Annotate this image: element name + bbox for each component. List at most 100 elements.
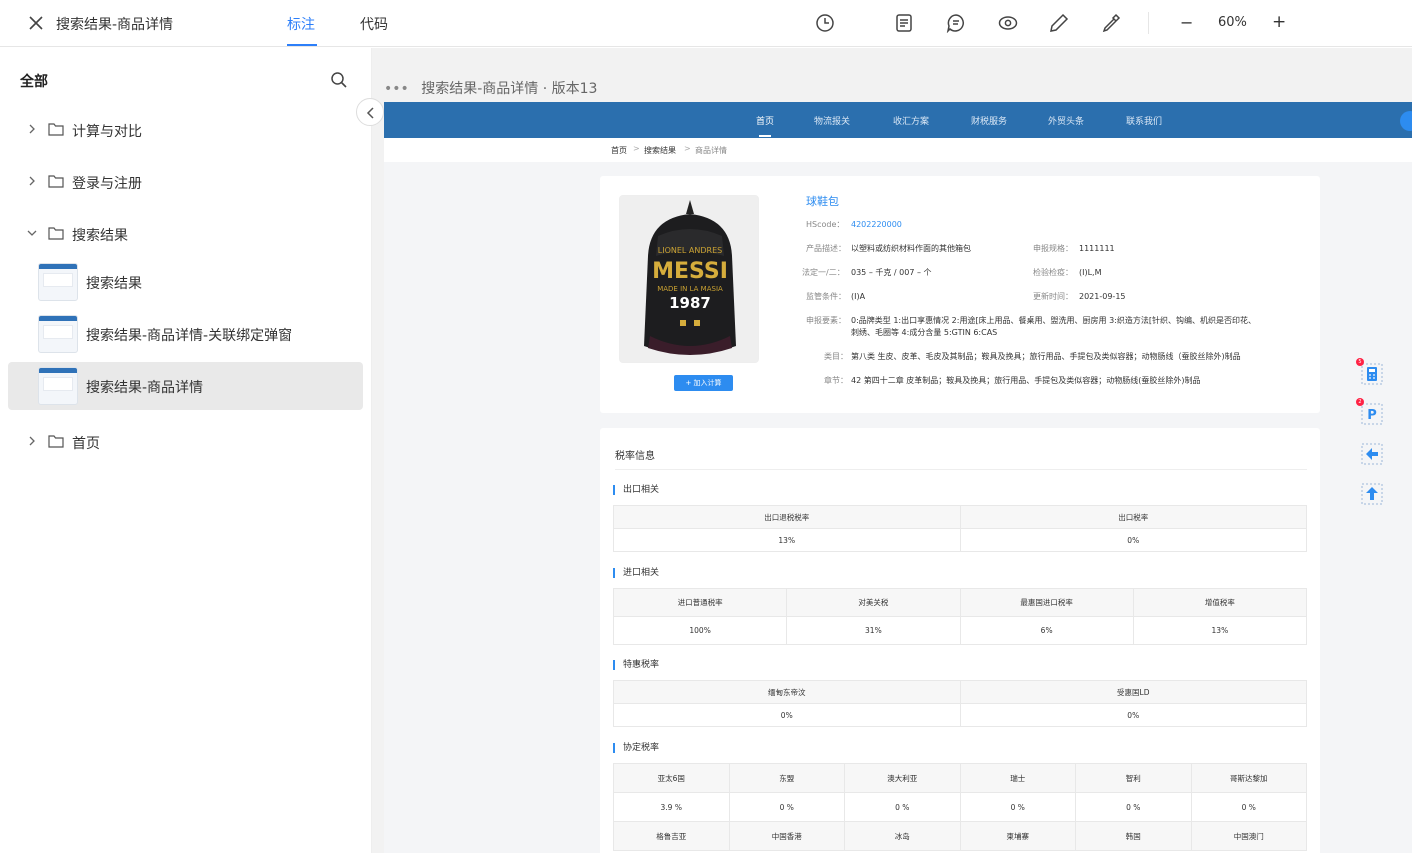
image-text: MESSI xyxy=(652,259,728,284)
field-label: 监管条件： xyxy=(806,292,846,301)
field-label: 类目： xyxy=(824,352,848,361)
comment-icon[interactable] xyxy=(946,13,966,34)
page-thumbnail xyxy=(38,315,78,353)
tree-item-label: 搜索结果 xyxy=(86,276,142,292)
tree-page-product-detail[interactable]: 搜索结果-商品详情 xyxy=(8,362,363,410)
zoom-in-button[interactable]: + xyxy=(1272,12,1286,32)
table-cell: 100% xyxy=(612,616,788,645)
arrow-up-icon[interactable] xyxy=(1361,483,1383,505)
folder-icon xyxy=(48,123,64,136)
tree-page-search-results[interactable]: 搜索结果 xyxy=(8,258,363,306)
nav-item-news[interactable]: 外贸头条 xyxy=(1048,114,1084,127)
table-header: 最惠国进口税率 xyxy=(959,588,1134,617)
eye-icon[interactable] xyxy=(998,13,1018,33)
document-icon[interactable] xyxy=(894,13,914,33)
table-cell: 0% xyxy=(613,703,961,727)
tree-folder-compare[interactable]: 计算与对比 xyxy=(8,106,363,154)
nav-active-indicator xyxy=(759,135,771,137)
field-label: 法定一/二： xyxy=(802,268,845,277)
tab-annotate[interactable]: 标注 xyxy=(287,14,315,34)
clock-icon[interactable] xyxy=(815,13,835,33)
chevron-right-icon[interactable] xyxy=(26,123,38,135)
artboard-frame: 首页 物流报关 收汇方案 财税服务 外贸头条 联系我们 首页 > 搜索结果 > … xyxy=(384,102,1412,853)
field-label: 更新时间： xyxy=(1033,292,1073,301)
tree-item-label: 搜索结果-商品详情-关联绑定弹窗 xyxy=(86,328,293,344)
folder-icon xyxy=(48,435,64,448)
tree-folder-login[interactable]: 登录与注册 xyxy=(8,158,363,206)
special-table: 缅甸东帝汶 受惠国LD 0% 0% xyxy=(613,680,1307,727)
toolbar-divider xyxy=(1148,12,1149,34)
add-to-calc-button[interactable]: + 加入计算 xyxy=(674,375,733,391)
field-value: 42 第四十二章 皮革制品；鞍具及挽具；旅行用品、手提包及类似容器；动物肠线(蚕… xyxy=(851,376,1201,385)
sidebar-heading: 全部 xyxy=(20,74,48,90)
table-cell: 0 % xyxy=(728,792,845,822)
arrow-left-icon[interactable] xyxy=(1361,443,1383,465)
product-image: LIONEL ANDRES MESSI MADE IN LA MASIA 198… xyxy=(619,195,759,363)
table-header: 出口税率 xyxy=(959,505,1307,529)
nav-item-remittance[interactable]: 收汇方案 xyxy=(893,114,929,127)
divider xyxy=(615,469,1307,470)
tree-item-label: 首页 xyxy=(72,436,100,452)
chevron-down-icon[interactable] xyxy=(26,227,38,239)
more-icon[interactable]: ••• xyxy=(384,81,409,97)
breadcrumb-home[interactable]: 首页 xyxy=(611,145,627,156)
image-text: LIONEL ANDRES xyxy=(658,246,722,255)
calculator-icon[interactable]: 5 xyxy=(1356,358,1383,385)
table-header: 瑞士 xyxy=(959,763,1076,793)
parking-icon[interactable]: P 2 xyxy=(1356,398,1383,425)
field-label: HScode： xyxy=(806,220,845,229)
eyedropper-icon[interactable] xyxy=(1101,13,1121,33)
active-tab-indicator xyxy=(287,44,317,46)
tree-folder-home[interactable]: 首页 xyxy=(8,418,363,466)
table-cell: 13% xyxy=(613,528,961,552)
product-name: 球鞋包 xyxy=(806,195,839,208)
field-value: 2021-09-15 xyxy=(1079,292,1126,301)
agreement-table: 亚太6国 东盟 澳大利亚 瑞士 智利 哥斯达黎加 3.9 % 0 % 0 % 0 % 0 % 0 %… xyxy=(613,763,1307,851)
table-cell: 31% xyxy=(786,616,961,645)
top-bar: 搜索结果-商品详情 标注 代码 − 60% + xyxy=(0,0,1412,47)
nav-item-tax[interactable]: 财税服务 xyxy=(971,114,1007,127)
nav-item-home[interactable]: 首页 xyxy=(756,114,774,127)
field-label: 章节： xyxy=(824,376,848,385)
close-icon[interactable] xyxy=(27,14,45,32)
zoom-out-button[interactable]: − xyxy=(1180,13,1193,32)
table-header: 澳大利亚 xyxy=(844,763,961,793)
table-header: 缅甸东帝汶 xyxy=(613,680,961,704)
nav-item-logistics[interactable]: 物流报关 xyxy=(814,114,850,127)
svg-text:P: P xyxy=(1367,408,1377,423)
table-header: 增值税率 xyxy=(1132,588,1308,617)
breadcrumb-separator: > xyxy=(684,144,691,153)
search-icon[interactable] xyxy=(330,71,348,89)
field-value: 1111111 xyxy=(1079,244,1115,253)
export-table: 出口退税税率 出口税率 13% 0% xyxy=(613,505,1307,552)
hscode-link[interactable]: 4202220000 xyxy=(851,219,902,231)
image-text: MADE IN LA MASIA xyxy=(657,285,723,293)
chevron-right-icon[interactable] xyxy=(26,175,38,187)
table-header: 东盟 xyxy=(728,763,845,793)
site-navbar: 首页 物流报关 收汇方案 财税服务 外贸头条 联系我们 xyxy=(384,102,1412,138)
section-export: 出口相关 xyxy=(613,485,659,495)
table-cell: 0% xyxy=(959,528,1307,552)
breadcrumb: 首页 > 搜索结果 > 商品详情 xyxy=(384,138,1412,162)
design-canvas: ••• 搜索结果-商品详情 · 版本13 首页 物流报关 收汇方案 财税服务 外… xyxy=(372,48,1412,853)
pen-icon[interactable] xyxy=(1049,13,1069,33)
tree-folder-search[interactable]: 搜索结果 xyxy=(8,210,363,258)
rate-card-title: 税率信息 xyxy=(615,451,655,462)
tree-item-label: 计算与对比 xyxy=(72,124,142,140)
canvas-header: ••• 搜索结果-商品详情 · 版本13 xyxy=(384,78,597,98)
table-header: 亚太6国 xyxy=(613,763,730,793)
page-thumbnail xyxy=(38,367,78,405)
chevron-right-icon[interactable] xyxy=(26,435,38,447)
table-cell: 13% xyxy=(1132,616,1308,645)
table-cell: 0 % xyxy=(1075,792,1192,822)
breadcrumb-search[interactable]: 搜索结果 xyxy=(644,145,676,156)
tab-code[interactable]: 代码 xyxy=(360,14,388,34)
tree-item-label: 登录与注册 xyxy=(72,176,142,192)
page-tree-sidebar: 全部 计算与对比 登录与注册 搜索结果 搜索结果 搜索结果-商品详情-关联绑定弹… xyxy=(0,48,372,853)
nav-item-contact[interactable]: 联系我们 xyxy=(1126,114,1162,127)
field-value: (I)L,M xyxy=(1079,268,1102,277)
user-avatar[interactable] xyxy=(1400,111,1412,131)
tree-page-bind-dialog[interactable]: 搜索结果-商品详情-关联绑定弹窗 xyxy=(8,310,363,358)
collapse-sidebar-button[interactable] xyxy=(356,98,384,126)
document-title: 搜索结果-商品详情 xyxy=(56,17,174,33)
